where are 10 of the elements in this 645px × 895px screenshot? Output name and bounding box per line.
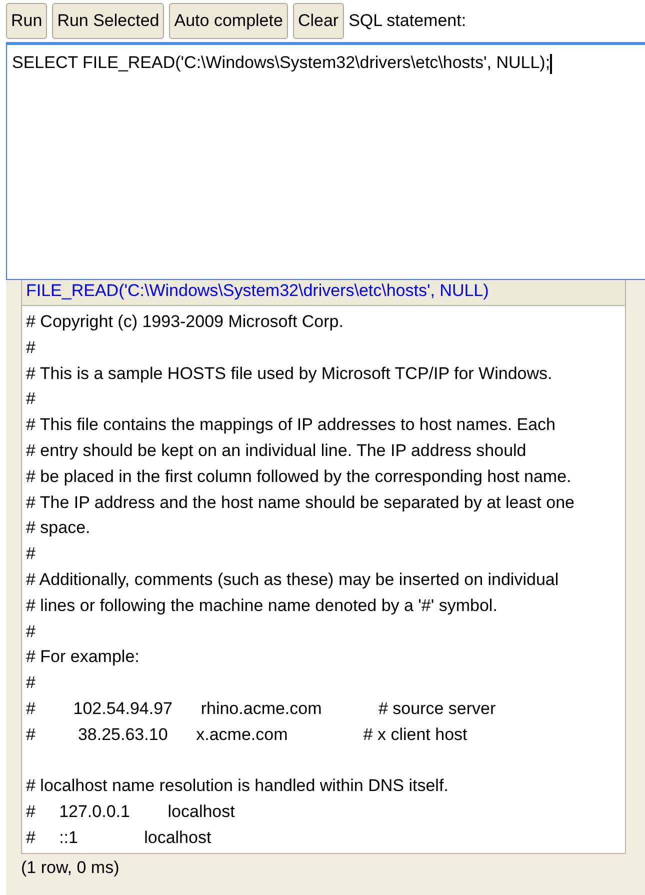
toolbar-button[interactable]: Run bbox=[6, 3, 48, 39]
text-cursor bbox=[550, 54, 552, 74]
column-header[interactable]: FILE_READ('C:\Windows\System32\drivers\etc\hosts', NULL) bbox=[22, 280, 626, 306]
sql-text: SELECT FILE_READ('C:\Windows\System32\drivers\etc\hosts', NULL); bbox=[12, 53, 550, 72]
toolbar-button[interactable]: Clear bbox=[292, 3, 344, 39]
sql-statement-label: SQL statement: bbox=[348, 11, 466, 31]
result-status: (1 row, 0 ms) bbox=[21, 856, 120, 878]
toolbar-button[interactable]: Auto complete bbox=[169, 3, 288, 39]
toolbar-button[interactable]: Run Selected bbox=[52, 3, 164, 39]
table-cell: # Copyright (c) 1993-2009 Microsoft Corp. # # This is a sample HOSTS file used by Microsoft TCP/IP for Windows. # # This file contains the mappings of IP addresses to host names. Each # entry should be kept on an individual line. The IP address should # be placed in the first column followed by the corresponding host name. # The IP address and the host name should be separated by at least one # space. # # Additionally, comments (such as these) may be inserted on individual # lines or following the machine name denoted by a '#' symbol. # # For example: # # 102.54.94.97 rhino.acme.com # source server # 38.25.63.10 x.acme.com # x client host # localhost name resolution is handled within DNS itself. # 127.0.0.1 localhost # ::1 localhost bbox=[22, 306, 626, 854]
